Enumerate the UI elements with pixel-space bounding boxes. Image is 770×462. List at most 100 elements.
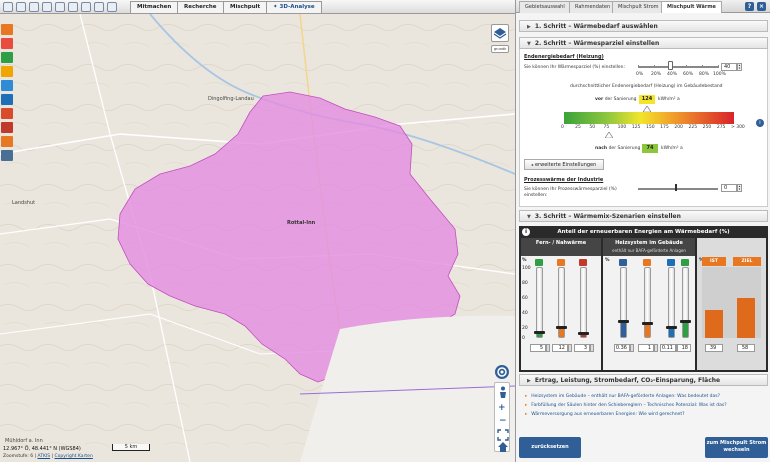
collapse-icon: ▼ <box>527 41 531 47</box>
info-icon[interactable] <box>107 2 117 12</box>
pencil-icon[interactable] <box>42 2 52 12</box>
slider-column[interactable] <box>618 267 629 338</box>
energy-scale-bar <box>564 112 734 124</box>
hydro-layer-button[interactable] <box>1 94 13 105</box>
zoom-in-button[interactable]: + <box>498 403 506 413</box>
share-icon[interactable] <box>94 2 104 12</box>
column-handle[interactable] <box>642 322 653 325</box>
map-canvas[interactable]: Dingolfing-Landau Landshut Rottal-Inn Mü… <box>0 14 515 462</box>
info-icon[interactable]: i <box>756 119 764 127</box>
side-panel: Gebietsauswahl Rahmendaten Mischpult Str… <box>515 0 770 462</box>
help-link[interactable]: ▸ Farbfüllung der Säulen hinter den Schie… <box>525 403 727 408</box>
tab-mischpult-strom[interactable]: Mischpult Strom <box>612 1 665 13</box>
layers-button[interactable] <box>491 24 509 42</box>
slider-column[interactable] <box>578 267 589 338</box>
chart-icon[interactable] <box>55 2 65 12</box>
step-1-header[interactable]: ▶ 1. Schritt – Wärmebedarf auswählen <box>519 20 768 32</box>
value-input[interactable]: 0.11 <box>660 344 676 352</box>
axis-label: 0 <box>522 336 525 341</box>
atkis-link[interactable]: ATKIS <box>38 454 51 459</box>
tab-mischpult[interactable]: Mischpult <box>223 1 268 13</box>
prozess-input[interactable]: 0 <box>721 184 737 192</box>
switch-to-strom-button[interactable]: zum Mischpult Strom wechseln <box>705 437 768 458</box>
endenergie-text: Sie können Ihr Wärmesparziel (%) einstel… <box>524 65 626 70</box>
value-input[interactable]: 0.36 <box>614 344 630 352</box>
sparziel-input[interactable]: 40 <box>721 63 737 71</box>
map-svg <box>0 14 515 462</box>
fullscreen-icon[interactable] <box>497 429 509 441</box>
tab-gebietsauswahl[interactable]: Gebietsauswahl <box>519 1 571 13</box>
table-icon[interactable] <box>68 2 78 12</box>
biomass-layer-button[interactable] <box>1 52 13 63</box>
help-link[interactable]: ▸ Heizsystem im Gebäude – enthält nur BAF… <box>525 394 720 399</box>
sparziel-slider[interactable] <box>638 66 718 68</box>
step-4-header[interactable]: ▶ Ertrag, Leistung, Strombedarf, CO₂-Eins… <box>519 374 768 386</box>
prozess-spinner[interactable]: ▴ ▾ <box>737 184 742 192</box>
value-spinner[interactable] <box>568 344 572 352</box>
column-handle[interactable] <box>534 331 545 334</box>
layers-icon <box>493 28 507 39</box>
grid-icon[interactable] <box>29 2 39 12</box>
column-handle[interactable] <box>618 320 629 323</box>
slider-column[interactable] <box>556 267 567 338</box>
value-input[interactable]: 12 <box>552 344 568 352</box>
prozess-slider[interactable] <box>638 188 718 190</box>
slider-tick <box>638 65 639 68</box>
pegman-icon[interactable] <box>496 385 510 399</box>
locate-button[interactable] <box>495 365 509 379</box>
step-2-header[interactable]: ▼ 2. Schritt – Wärmesparziel einstellen <box>519 37 768 49</box>
tab-mitmachen[interactable]: Mitmachen <box>130 1 179 13</box>
slider-column[interactable] <box>642 267 653 338</box>
tab-rahmendaten[interactable]: Rahmendaten <box>569 1 617 13</box>
slider-column[interactable] <box>666 267 677 338</box>
axis-label: 60 <box>522 296 528 301</box>
basemap-toggle[interactable]: grundk <box>491 45 509 53</box>
column-handle[interactable] <box>578 332 589 335</box>
value-input[interactable]: 5 <box>530 344 546 352</box>
close-button[interactable]: × <box>757 2 766 11</box>
help-button[interactable]: ? <box>745 2 754 11</box>
copyright-link[interactable]: Copyright Karten <box>55 454 93 459</box>
tab-3d-analyse[interactable]: ✦ 3D-Analyse <box>266 1 322 13</box>
column-handle[interactable] <box>680 320 691 323</box>
mix-chart: i Anteil der erneuerbaren Energien am Wä… <box>519 226 768 372</box>
column-handle[interactable] <box>666 326 677 329</box>
prozess-slider-handle[interactable] <box>675 184 677 191</box>
tab-recherche[interactable]: Recherche <box>177 1 224 13</box>
water-layer-button[interactable] <box>1 80 13 91</box>
water-icon <box>667 259 675 266</box>
value-spinner[interactable] <box>590 344 594 352</box>
sparziel-spinner[interactable]: ▴ ▾ <box>737 63 742 71</box>
slider-column[interactable] <box>534 267 545 338</box>
wind-layer-button[interactable] <box>1 38 13 49</box>
value-input[interactable]: 3 <box>574 344 590 352</box>
slider-column[interactable] <box>680 267 691 338</box>
advanced-settings-button[interactable]: ▸ erweiterte Einstellungen <box>524 159 604 170</box>
solar-icon <box>557 259 565 266</box>
value-spinner[interactable] <box>630 344 634 352</box>
sun-layer-button[interactable] <box>1 66 13 77</box>
heat-layer-button[interactable] <box>1 122 13 133</box>
stack-layer-button[interactable] <box>1 150 13 161</box>
network-layer-button[interactable] <box>1 136 13 147</box>
slider-handle[interactable] <box>668 61 673 70</box>
home-icon[interactable] <box>3 2 13 12</box>
print-icon[interactable] <box>81 2 91 12</box>
value-spinner[interactable] <box>654 344 658 352</box>
step-3-header[interactable]: ▼ 3. Schritt – Wärmemix-Szenarien einstel… <box>519 210 768 222</box>
value-spinner[interactable] <box>546 344 550 352</box>
tab-mischpult-waerme[interactable]: Mischpult Wärme <box>661 1 722 13</box>
bulb-icon[interactable] <box>16 2 26 12</box>
value-input[interactable]: 18 <box>677 344 691 352</box>
value-input[interactable]: 1 <box>638 344 654 352</box>
nach-unit: kWh/m² a <box>661 146 683 151</box>
solar-layer-button[interactable] <box>1 24 13 35</box>
home-icon[interactable] <box>497 441 509 453</box>
geothermal-layer-button[interactable] <box>1 108 13 119</box>
expand-icon: ▶ <box>527 24 531 30</box>
ziel-label: ZIEL <box>741 259 753 264</box>
column-handle[interactable] <box>556 326 567 329</box>
reset-button[interactable]: zurücksetzen <box>519 437 581 458</box>
help-link[interactable]: ▸ Wärmeversorgung aus erneuerbaren Energi… <box>525 412 684 417</box>
zoom-out-button[interactable]: − <box>499 416 507 426</box>
